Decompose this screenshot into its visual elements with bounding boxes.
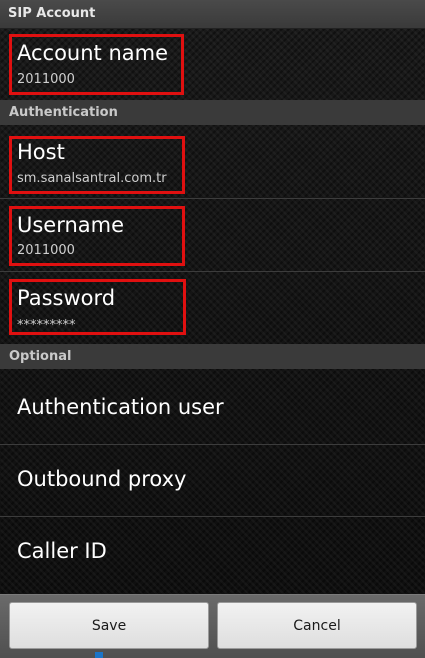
authentication-user-item[interactable]: Authentication user [0, 370, 425, 444]
save-button[interactable]: Save [9, 602, 209, 649]
section-optional-label: Optional [9, 349, 72, 364]
caller-id-label: Caller ID [17, 539, 107, 563]
password-highlight [9, 279, 186, 335]
outbound-proxy-item[interactable]: Outbound proxy [0, 445, 425, 516]
section-header-optional: Optional [0, 344, 425, 369]
cancel-button[interactable]: Cancel [217, 602, 417, 649]
title-bar: SIP Account [0, 0, 425, 29]
section-authentication-label: Authentication [9, 105, 118, 120]
outbound-proxy-label: Outbound proxy [17, 467, 187, 491]
account-name-highlight [9, 34, 184, 95]
window-title: SIP Account [8, 6, 96, 21]
caller-id-item[interactable]: Caller ID [0, 517, 425, 593]
button-bar: Save Cancel [0, 594, 425, 658]
host-highlight [9, 136, 185, 194]
authentication-user-label: Authentication user [17, 395, 224, 419]
section-header-authentication: Authentication [0, 100, 425, 125]
username-highlight [9, 206, 185, 266]
nav-indicator [95, 652, 103, 658]
